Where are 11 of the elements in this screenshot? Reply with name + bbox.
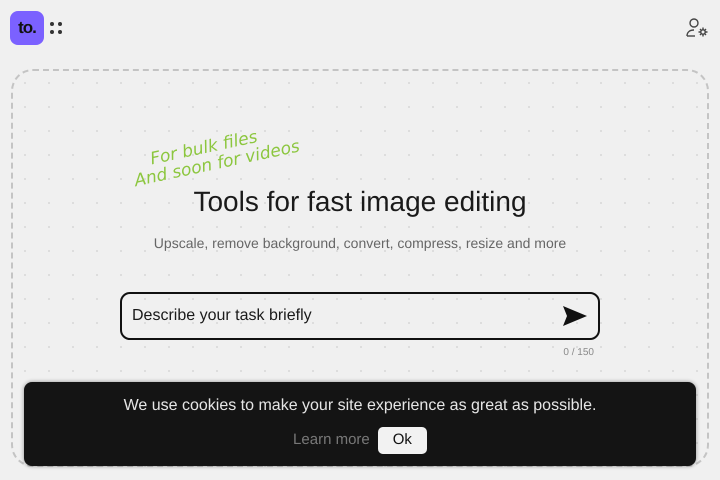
ok-button[interactable]: Ok xyxy=(378,427,427,454)
apps-icon[interactable] xyxy=(49,20,63,34)
task-input[interactable]: Describe your task briefly xyxy=(120,292,600,340)
send-icon[interactable] xyxy=(562,305,588,327)
hero-title: Tools for fast image editing xyxy=(193,185,527,219)
learn-more-link[interactable]: Learn more xyxy=(293,429,370,452)
cookie-message: We use cookies to make your site experience as great as possible. xyxy=(124,396,596,416)
logo[interactable]: to. xyxy=(10,10,44,44)
hero-subtitle: Upscale, remove background, convert, compress, resize and more xyxy=(154,234,566,253)
user-settings-icon[interactable] xyxy=(684,16,710,38)
character-counter: 0 / 150 xyxy=(562,346,595,360)
